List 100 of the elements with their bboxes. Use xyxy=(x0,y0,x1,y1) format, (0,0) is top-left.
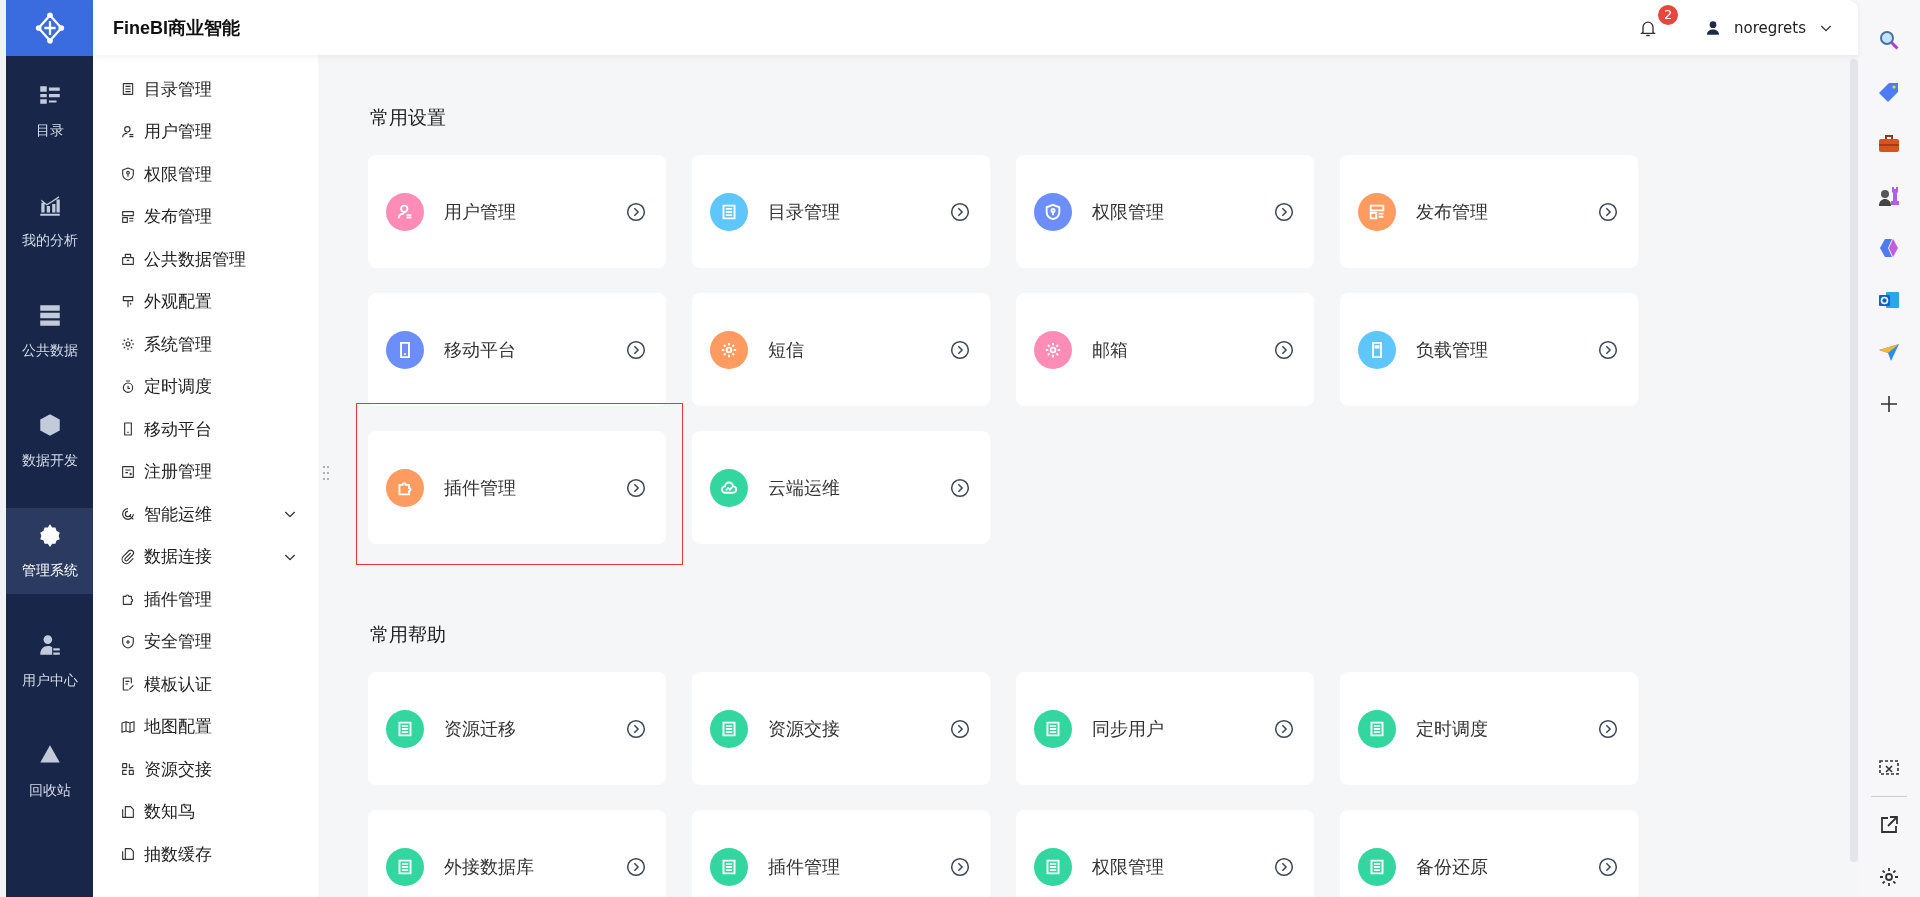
rail-item[interactable]: 管理系统 xyxy=(6,508,93,594)
card-label: 邮箱 xyxy=(1092,337,1128,362)
menu-icon xyxy=(120,123,136,140)
menu-item[interactable]: 移动平台 xyxy=(93,408,318,451)
menu-item[interactable]: 资源交接 xyxy=(93,748,318,791)
menu-item[interactable]: 公共数据管理 xyxy=(93,238,318,281)
shortcut-card[interactable]: 资源交接 xyxy=(692,672,990,785)
arrow-circle-icon[interactable] xyxy=(1598,856,1618,877)
shortcut-card[interactable]: 外接数据库 xyxy=(368,810,666,897)
arrow-circle-icon[interactable] xyxy=(950,477,970,498)
card-label: 权限管理 xyxy=(1092,199,1164,224)
section-title: 常用设置 xyxy=(370,105,447,130)
menu-icon xyxy=(120,166,136,183)
shortcut-card[interactable]: 权限管理 xyxy=(1016,810,1314,897)
rail-item[interactable]: 数据开发 xyxy=(6,386,93,496)
arrow-circle-icon[interactable] xyxy=(1274,339,1294,360)
menu-item[interactable]: 抽数缓存 xyxy=(93,833,318,876)
menu-item[interactable]: 系统管理 xyxy=(93,323,318,366)
menu-icon xyxy=(120,676,136,693)
card-label: 外接数据库 xyxy=(444,854,534,879)
menu-item[interactable]: 注册管理 xyxy=(93,450,318,493)
shortcut-card[interactable]: 用户管理 xyxy=(368,155,666,268)
shortcut-card[interactable]: 定时调度 xyxy=(1340,672,1638,785)
app-logo[interactable] xyxy=(6,0,93,56)
menu-icon xyxy=(120,463,136,480)
app-title: FineBI商业智能 xyxy=(113,16,240,40)
search-icon[interactable] xyxy=(1877,28,1901,52)
card-label: 资源迁移 xyxy=(444,716,516,741)
section-title: 常用帮助 xyxy=(370,622,447,647)
shortcut-card[interactable]: 云端运维 xyxy=(692,431,990,544)
card-label: 移动平台 xyxy=(444,337,516,362)
arrow-circle-icon[interactable] xyxy=(950,856,970,877)
shortcut-card[interactable]: 邮箱 xyxy=(1016,293,1314,406)
menu-item[interactable]: 发布管理 xyxy=(93,195,318,238)
menu-icon xyxy=(120,506,136,523)
shortcut-card[interactable]: 目录管理 xyxy=(692,155,990,268)
arrow-circle-icon[interactable] xyxy=(950,201,970,222)
menu-item[interactable]: 数知鸟 xyxy=(93,790,318,833)
menu-icon xyxy=(120,761,136,778)
menu-icon xyxy=(120,591,136,608)
card-label: 插件管理 xyxy=(768,854,840,879)
arrow-circle-icon[interactable] xyxy=(950,718,970,739)
arrow-circle-icon[interactable] xyxy=(626,477,646,498)
shortcut-card[interactable]: 短信 xyxy=(692,293,990,406)
arrow-circle-icon[interactable] xyxy=(1598,201,1618,222)
arrow-circle-icon[interactable] xyxy=(626,201,646,222)
shortcut-card[interactable]: 发布管理 xyxy=(1340,155,1638,268)
menu-item[interactable]: 数据连接 xyxy=(93,535,318,578)
card-label: 目录管理 xyxy=(768,199,840,224)
menu-item[interactable]: 插件管理 xyxy=(93,578,318,621)
menu-icon xyxy=(120,633,136,650)
shortcut-card[interactable]: 权限管理 xyxy=(1016,155,1314,268)
card-label: 资源交接 xyxy=(768,716,840,741)
menu-item[interactable]: 模板认证 xyxy=(93,663,318,706)
menu-item[interactable]: 智能运维 xyxy=(93,493,318,536)
card-label: 插件管理 xyxy=(444,475,516,500)
arrow-circle-icon[interactable] xyxy=(1274,856,1294,877)
shortcut-card[interactable]: 负载管理 xyxy=(1340,293,1638,406)
arrow-circle-icon[interactable] xyxy=(626,339,646,360)
arrow-circle-icon[interactable] xyxy=(950,339,970,360)
arrow-circle-icon[interactable] xyxy=(1598,718,1618,739)
user-menu[interactable]: noregrets xyxy=(1703,18,1834,37)
card-label: 发布管理 xyxy=(1416,199,1488,224)
card-label: 权限管理 xyxy=(1092,854,1164,879)
menu-icon xyxy=(120,293,136,310)
arrow-circle-icon[interactable] xyxy=(626,718,646,739)
tag-icon[interactable] xyxy=(1877,80,1901,104)
rail-item[interactable]: 回收站 xyxy=(6,716,93,826)
arrow-circle-icon[interactable] xyxy=(626,856,646,877)
menu-item[interactable]: 定时调度 xyxy=(93,365,318,408)
arrow-circle-icon[interactable] xyxy=(1598,339,1618,360)
drag-handle-icon[interactable] xyxy=(322,465,330,481)
shortcut-card[interactable]: 移动平台 xyxy=(368,293,666,406)
shortcut-card[interactable]: 插件管理 xyxy=(692,810,990,897)
arrow-circle-icon[interactable] xyxy=(1274,201,1294,222)
menu-icon xyxy=(120,81,136,98)
copilot-icon[interactable] xyxy=(1877,236,1901,260)
menu-item[interactable]: 目录管理 xyxy=(93,68,318,111)
shortcut-card[interactable]: 资源迁移 xyxy=(368,672,666,785)
menu-item[interactable]: 地图配置 xyxy=(93,705,318,748)
menu-icon xyxy=(120,548,136,565)
shortcut-card[interactable]: 插件管理 xyxy=(368,431,666,544)
arrow-circle-icon[interactable] xyxy=(1274,718,1294,739)
rail-item[interactable]: 公共数据 xyxy=(6,276,93,386)
rail-item[interactable]: 用户中心 xyxy=(6,606,93,716)
shortcut-card[interactable]: 备份还原 xyxy=(1340,810,1638,897)
menu-item[interactable]: 权限管理 xyxy=(93,153,318,196)
menu-item[interactable]: 用户管理 xyxy=(93,110,318,153)
card-label: 用户管理 xyxy=(444,199,516,224)
menu-icon xyxy=(120,378,136,395)
chess-icon[interactable] xyxy=(1877,184,1901,208)
menu-item[interactable]: 外观配置 xyxy=(93,280,318,323)
settings-icon[interactable] xyxy=(1877,865,1901,889)
card-label: 负载管理 xyxy=(1416,337,1488,362)
shortcut-card[interactable]: 同步用户 xyxy=(1016,672,1314,785)
menu-item[interactable]: 安全管理 xyxy=(93,620,318,663)
rail-item[interactable]: 目录 xyxy=(6,56,93,166)
menu-icon xyxy=(120,846,136,863)
notification-badge: 2 xyxy=(1657,4,1679,25)
rail-item[interactable]: 我的分析 xyxy=(6,166,93,276)
